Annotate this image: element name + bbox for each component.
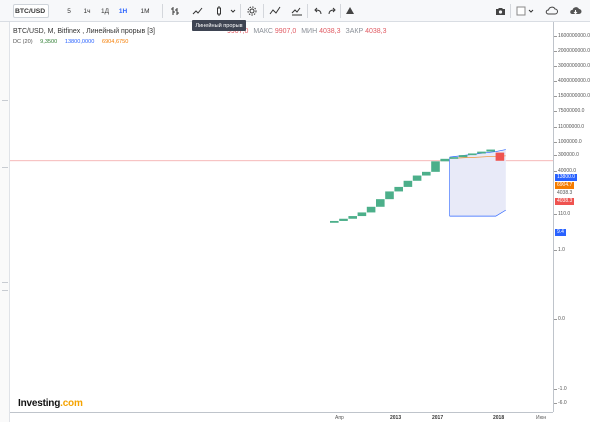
interval-1w[interactable]: 1Н <box>116 4 130 18</box>
down-brick <box>495 152 505 161</box>
redo-icon[interactable] <box>325 4 339 18</box>
price-scale[interactable]: 1600000000.0 2000000000.0 3000000000.0 4… <box>553 22 590 412</box>
up-brick <box>458 155 468 158</box>
price-label-low1: 4038.3 <box>555 190 575 197</box>
time-label: Июн <box>536 415 547 421</box>
interval-1h[interactable]: 1ч <box>80 4 94 18</box>
price-tick: 300000.0 <box>558 152 579 158</box>
price-tick: -6.0 <box>558 400 567 406</box>
layout-chevron-icon[interactable] <box>527 4 535 18</box>
up-brick <box>412 175 422 181</box>
up-brick <box>431 161 440 172</box>
camera-icon[interactable] <box>493 4 507 18</box>
price-tick: 2000000000.0 <box>558 48 590 54</box>
chart-plot[interactable] <box>10 22 553 412</box>
interval-1d[interactable]: 1Д <box>98 4 112 18</box>
settings-icon[interactable] <box>245 4 259 18</box>
up-brick <box>339 218 348 221</box>
price-tick: 1000000.0 <box>558 139 582 145</box>
price-tick: 1600000000.0 <box>558 33 590 39</box>
logo-text: Investing <box>18 398 61 409</box>
price-tick: -1.0 <box>558 386 567 392</box>
up-brick <box>357 212 367 217</box>
time-label: Апр <box>335 415 344 421</box>
price-tick: 1.0 <box>558 247 565 253</box>
price-tick: 4000000000.0 <box>558 78 590 84</box>
up-brick <box>376 199 385 207</box>
up-brick <box>477 151 486 154</box>
compare-icon[interactable] <box>290 4 304 18</box>
indicators-icon[interactable] <box>268 4 282 18</box>
price-tick: 11000000.0 <box>558 124 585 130</box>
up-brick <box>440 158 449 162</box>
price-tick: 75000000.0 <box>558 108 585 114</box>
price-label-last: 6904.7 <box>555 182 575 189</box>
price-tick: 3000000000.0 <box>558 63 590 69</box>
time-scale[interactable]: Апр 2013 2017 2018 Июн <box>10 412 553 422</box>
layout-icon[interactable] <box>514 4 528 18</box>
cloud-download-icon[interactable] <box>568 4 582 18</box>
up-brick <box>330 220 339 223</box>
price-label-upper: 13800.0 <box>555 174 578 181</box>
up-brick <box>422 171 431 176</box>
bars-icon[interactable] <box>168 4 182 18</box>
interval-5[interactable]: 5 <box>62 4 76 18</box>
up-brick <box>348 216 357 219</box>
undo-icon[interactable] <box>311 4 325 18</box>
alert-icon[interactable] <box>343 4 357 18</box>
line-chart-icon[interactable] <box>190 4 204 18</box>
up-brick <box>394 186 403 192</box>
up-brick <box>366 206 376 213</box>
top-toolbar: BTC/USD 5 1ч 1Д 1Н 1М <box>0 0 590 22</box>
price-tick: 1500000000.0 <box>558 93 590 99</box>
cloud-icon[interactable] <box>544 4 558 18</box>
up-brick <box>449 157 459 159</box>
drawing-toolbar[interactable] <box>0 22 10 422</box>
price-label-low2: 4038.3 <box>555 198 575 205</box>
up-brick <box>486 149 495 152</box>
up-brick <box>403 180 413 187</box>
time-label: 2013 <box>390 415 402 421</box>
chevron-down-icon[interactable] <box>228 4 238 18</box>
chart-app: BTC/USD 5 1ч 1Д 1Н 1М Линейный прорыв BT… <box>0 0 590 422</box>
logo-suffix: .com <box>60 398 83 409</box>
price-tick: 0.0 <box>558 316 565 322</box>
price-tick: 110.0 <box>558 211 571 217</box>
up-brick <box>468 153 477 156</box>
time-label: 2018 <box>493 415 505 421</box>
up-brick <box>385 191 394 200</box>
price-label-dc-low: 9.4 <box>555 229 566 236</box>
interval-1m[interactable]: 1М <box>137 4 153 18</box>
time-label: 2017 <box>432 415 444 421</box>
chart-type-tooltip: Линейный прорыв <box>192 20 246 31</box>
symbol-search[interactable]: BTC/USD <box>13 4 49 18</box>
chart-type-icon[interactable] <box>212 4 226 18</box>
investing-logo: Investing.com <box>18 398 83 409</box>
